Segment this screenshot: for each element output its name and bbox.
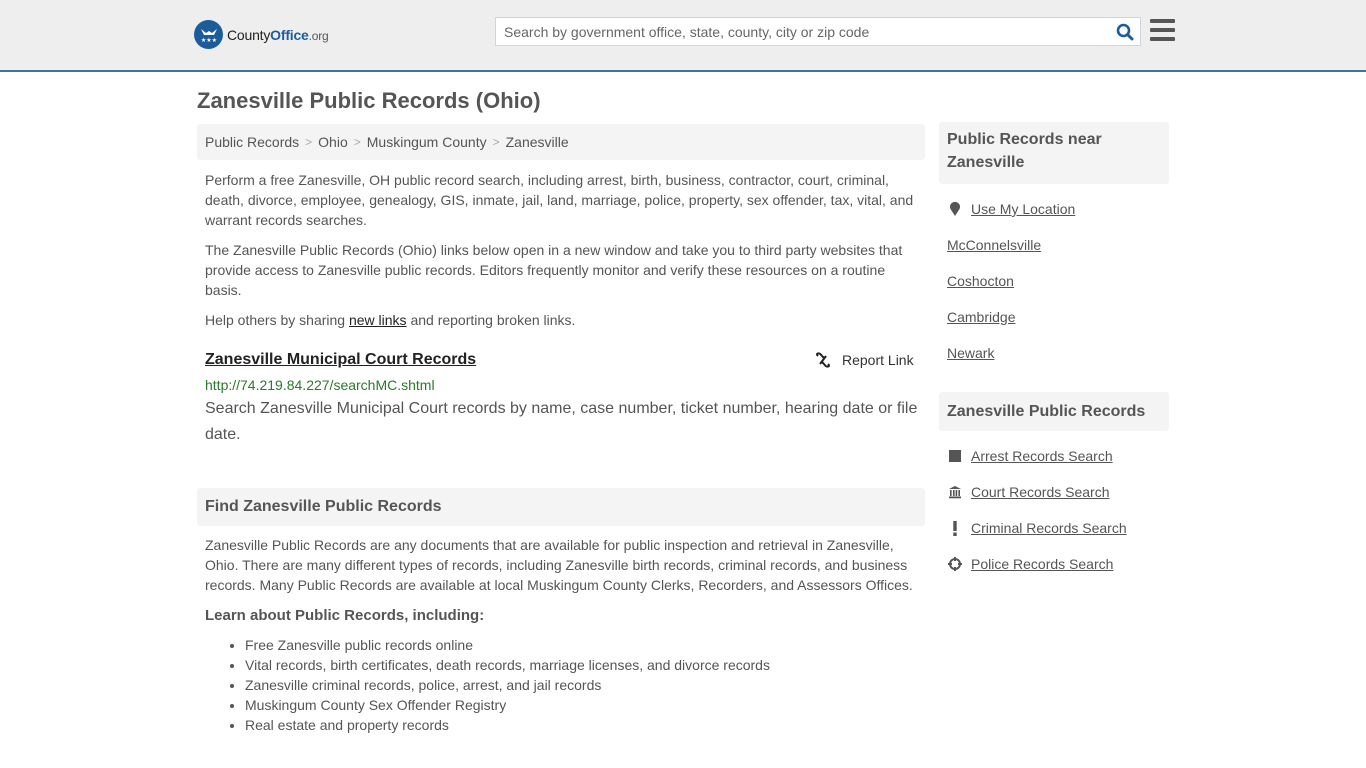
records-link-item: Arrest Records Search xyxy=(947,448,1113,464)
breadcrumb-ohio[interactable]: Ohio xyxy=(318,134,348,150)
listing-description: Search Zanesville Municipal Court record… xyxy=(205,400,918,443)
nearby-records-title: Public Records near Zanesville xyxy=(939,122,1169,184)
page-title: Zanesville Public Records (Ohio) xyxy=(197,88,541,113)
zanesville-records-title: Zanesville Public Records xyxy=(939,392,1169,431)
share-text-end: and reporting broken links. xyxy=(406,312,576,328)
nearby-city-link[interactable]: McConnelsville xyxy=(947,237,1041,253)
records-link-item: Police Records Search xyxy=(947,556,1113,572)
nearby-city-item: Cambridge xyxy=(947,309,1015,325)
new-links-link[interactable]: new links xyxy=(349,312,407,328)
arrest-records-link[interactable]: Arrest Records Search xyxy=(971,448,1113,464)
site-logo[interactable]: ★★★ CountyOffice.org xyxy=(194,20,329,49)
learn-title: Learn about Public Records, including: xyxy=(205,607,485,624)
police-records-link[interactable]: Police Records Search xyxy=(971,556,1113,572)
svg-text:★★★: ★★★ xyxy=(200,37,216,44)
nearby-city-item: McConnelsville xyxy=(947,237,1041,253)
broken-link-icon xyxy=(816,352,830,368)
search-box xyxy=(495,17,1141,46)
share-text: Help others by sharing xyxy=(205,312,349,328)
courthouse-icon xyxy=(947,485,963,499)
nearby-city-item: Coshocton xyxy=(947,273,1014,289)
nearby-city-link[interactable]: Coshocton xyxy=(947,273,1014,289)
criminal-records-link[interactable]: Criminal Records Search xyxy=(971,520,1127,536)
crosshair-icon xyxy=(947,557,963,571)
search-button[interactable] xyxy=(1110,18,1140,45)
search-input[interactable] xyxy=(496,18,1110,45)
list-item: Zanesville criminal records, police, arr… xyxy=(245,675,770,695)
listing-url: http://74.219.84.227/searchMC.shtml xyxy=(205,377,435,393)
share-paragraph: Help others by sharing new links and rep… xyxy=(205,310,919,330)
use-my-location-link[interactable]: Use My Location xyxy=(971,201,1075,217)
list-item: Vital records, birth certificates, death… xyxy=(245,655,770,675)
records-link-item: Court Records Search xyxy=(947,484,1110,500)
nearby-city-link[interactable]: Newark xyxy=(947,345,994,361)
map-pin-icon xyxy=(947,201,963,217)
use-location-item: Use My Location xyxy=(947,201,1075,217)
breadcrumb-zanesville[interactable]: Zanesville xyxy=(506,134,569,150)
nearby-city-link[interactable]: Cambridge xyxy=(947,309,1015,325)
breadcrumb-separator: > xyxy=(492,135,500,149)
breadcrumb-separator: > xyxy=(353,135,361,149)
list-item: Real estate and property records xyxy=(245,715,770,735)
breadcrumb: Public Records > Ohio > Muskingum County… xyxy=(197,124,925,160)
listing-title-link[interactable]: Zanesville Municipal Court Records xyxy=(205,351,476,369)
find-section-body: Zanesville Public Records are any docume… xyxy=(205,537,913,593)
eagle-stars-icon: ★★★ xyxy=(194,20,223,49)
nearby-city-item: Newark xyxy=(947,345,994,361)
square-icon xyxy=(947,449,963,463)
records-link-item: Criminal Records Search xyxy=(947,520,1127,536)
report-link-button[interactable]: Report Link xyxy=(815,352,914,368)
breadcrumb-separator: > xyxy=(305,135,313,149)
intro-paragraph: Perform a free Zanesville, OH public rec… xyxy=(205,172,914,228)
court-records-link[interactable]: Court Records Search xyxy=(971,484,1110,500)
find-section-title: Find Zanesville Public Records xyxy=(197,488,925,526)
hamburger-menu-icon[interactable] xyxy=(1150,19,1175,41)
site-header: ★★★ CountyOffice.org xyxy=(0,0,1366,72)
exclamation-icon xyxy=(947,520,963,536)
logo-text: CountyOffice.org xyxy=(227,26,329,43)
disclaimer-paragraph: The Zanesville Public Records (Ohio) lin… xyxy=(205,242,903,298)
list-item: Muskingum County Sex Offender Registry xyxy=(245,695,770,715)
breadcrumb-muskingum-county[interactable]: Muskingum County xyxy=(367,134,487,150)
search-icon xyxy=(1116,23,1134,40)
report-link-label: Report Link xyxy=(842,352,914,368)
learn-list: Free Zanesville public records online Vi… xyxy=(245,635,770,735)
list-item: Free Zanesville public records online xyxy=(245,635,770,655)
breadcrumb-public-records[interactable]: Public Records xyxy=(205,134,299,150)
